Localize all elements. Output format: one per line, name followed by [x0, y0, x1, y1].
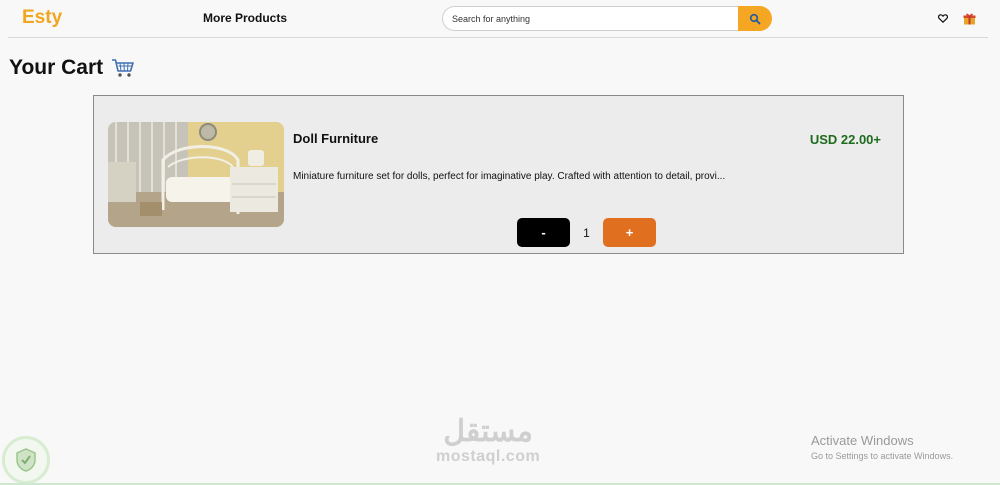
search-button[interactable] — [738, 6, 772, 31]
wishlist-button[interactable] — [936, 11, 950, 25]
product-description: Miniature furniture set for dolls, perfe… — [293, 171, 726, 182]
page-title: Your Cart — [9, 56, 135, 80]
mostaql-watermark: مستقل mostaql.com — [436, 416, 540, 466]
shield-icon — [16, 448, 36, 472]
activate-windows-notice: Activate Windows Go to Settings to activ… — [811, 433, 953, 461]
shield-badge — [2, 436, 50, 484]
page-title-text: Your Cart — [9, 56, 104, 79]
watermark-domain: mostaql.com — [436, 448, 541, 465]
gifts-button[interactable] — [962, 11, 976, 25]
header-divider — [8, 37, 988, 38]
search-icon — [749, 13, 761, 24]
more-products-link[interactable]: More Products — [203, 11, 287, 25]
site-logo[interactable]: Esty — [22, 7, 62, 29]
header-icons — [936, 11, 976, 25]
increase-quantity-button[interactable]: + — [603, 218, 656, 247]
activate-title: Activate Windows — [811, 433, 914, 448]
quantity-value: 1 — [583, 225, 590, 240]
decrease-quantity-button[interactable]: - — [517, 218, 570, 247]
search-bar — [442, 6, 772, 31]
product-price: USD 22.00+ — [809, 132, 881, 147]
watermark-arabic: مستقل — [443, 415, 533, 448]
cart-icon — [112, 59, 134, 77]
quantity-stepper: - 1 + — [517, 218, 656, 247]
activate-subtitle: Go to Settings to activate Windows. — [811, 451, 954, 461]
product-image[interactable] — [108, 122, 284, 227]
product-name[interactable]: Doll Furniture — [293, 131, 378, 146]
gift-icon — [963, 13, 975, 24]
top-navbar: Esty More Products — [0, 0, 1000, 38]
heart-icon — [938, 13, 948, 23]
cart-item-card: Doll Furniture USD 22.00+ Miniature furn… — [93, 95, 904, 254]
doll-furniture-photo — [108, 122, 284, 227]
search-input[interactable] — [442, 6, 742, 31]
